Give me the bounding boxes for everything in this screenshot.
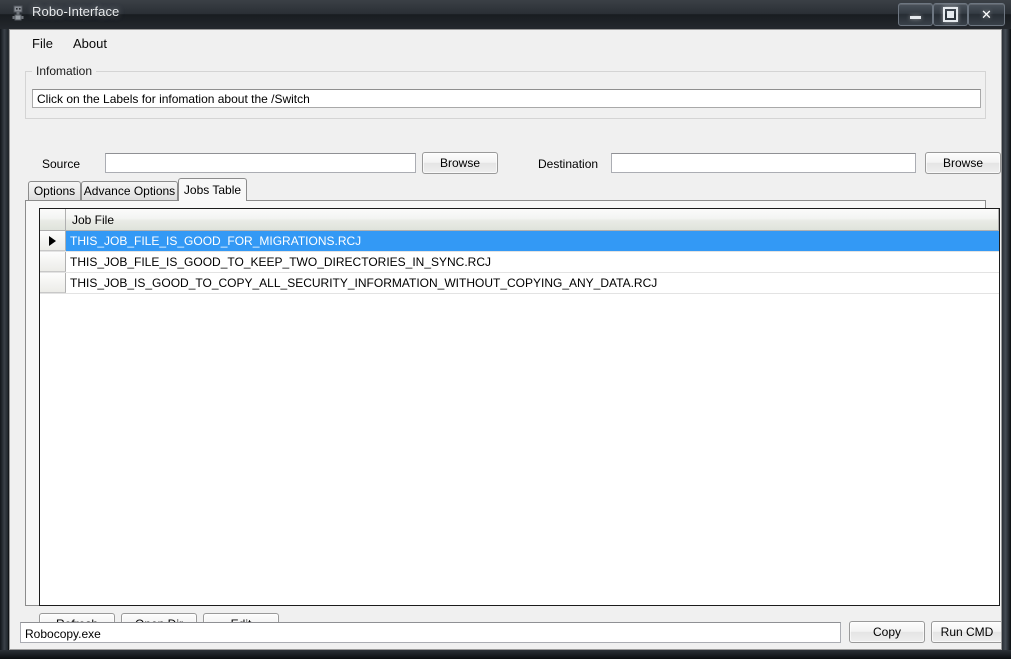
- destination-label: Destination: [538, 157, 599, 171]
- row-header-cell[interactable]: [40, 252, 66, 272]
- information-text: Click on the Labels for infomation about…: [32, 89, 981, 108]
- grid-header-row: Job File: [40, 209, 999, 231]
- row-header-cell[interactable]: [40, 273, 66, 293]
- menu-item-about[interactable]: About: [63, 32, 117, 55]
- information-group-label: Infomation: [32, 64, 97, 78]
- title-bar[interactable]: Robo-Interface ✕: [0, 0, 1011, 29]
- minimize-button[interactable]: [898, 3, 933, 26]
- command-line-input[interactable]: [20, 622, 841, 643]
- minimize-icon: [899, 4, 932, 25]
- source-label: Source: [42, 157, 81, 171]
- application-window: Robo-Interface ✕ File About Infomation C…: [0, 0, 1011, 659]
- source-browse-button[interactable]: Browse: [422, 152, 498, 174]
- window-border-left: [0, 0, 8, 659]
- row-header-cell[interactable]: [40, 231, 66, 251]
- menu-bar: File About: [10, 30, 1001, 56]
- client-area: File About Infomation Click on the Label…: [9, 29, 1002, 650]
- robot-icon: [12, 5, 24, 21]
- destination-browse-button[interactable]: Browse: [925, 152, 1001, 174]
- jobs-data-grid[interactable]: Job File THIS_JOB_FILE_IS_GOOD_FOR_MIGRA…: [39, 208, 1000, 606]
- tab-jobs-table[interactable]: Jobs Table: [178, 178, 247, 201]
- cell-job-file[interactable]: THIS_JOB_FILE_IS_GOOD_TO_KEEP_TWO_DIRECT…: [66, 252, 999, 272]
- current-row-arrow-icon: [49, 236, 56, 246]
- tab-options[interactable]: Options: [28, 181, 81, 200]
- table-row[interactable]: THIS_JOB_IS_GOOD_TO_COPY_ALL_SECURITY_IN…: [40, 273, 999, 294]
- tab-advance-options[interactable]: Advance Options: [81, 181, 178, 200]
- window-title: Robo-Interface: [32, 4, 120, 19]
- tab-page-jobs-table: Job File THIS_JOB_FILE_IS_GOOD_FOR_MIGRA…: [25, 200, 1000, 606]
- cell-job-file[interactable]: THIS_JOB_IS_GOOD_TO_COPY_ALL_SECURITY_IN…: [66, 273, 999, 293]
- window-border-right: [1001, 0, 1011, 659]
- run-cmd-button[interactable]: Run CMD: [931, 621, 1001, 643]
- grid-select-all-corner[interactable]: [40, 209, 66, 230]
- copy-button[interactable]: Copy: [849, 621, 925, 643]
- menu-item-file[interactable]: File: [22, 32, 63, 55]
- source-input[interactable]: [105, 153, 416, 173]
- table-row[interactable]: THIS_JOB_FILE_IS_GOOD_TO_KEEP_TWO_DIRECT…: [40, 252, 999, 273]
- destination-input[interactable]: [611, 153, 916, 173]
- window-border-bottom: [0, 650, 1011, 659]
- table-row[interactable]: THIS_JOB_FILE_IS_GOOD_FOR_MIGRATIONS.RCJ: [40, 231, 999, 252]
- close-button[interactable]: ✕: [968, 3, 1005, 26]
- cell-job-file[interactable]: THIS_JOB_FILE_IS_GOOD_FOR_MIGRATIONS.RCJ: [66, 231, 999, 251]
- maximize-button[interactable]: [933, 3, 968, 26]
- grid-column-header-job-file[interactable]: Job File: [66, 209, 999, 230]
- tab-strip: Options Advance Options Jobs Table: [25, 178, 986, 201]
- maximize-icon: [934, 4, 967, 25]
- close-icon: ✕: [981, 6, 992, 22]
